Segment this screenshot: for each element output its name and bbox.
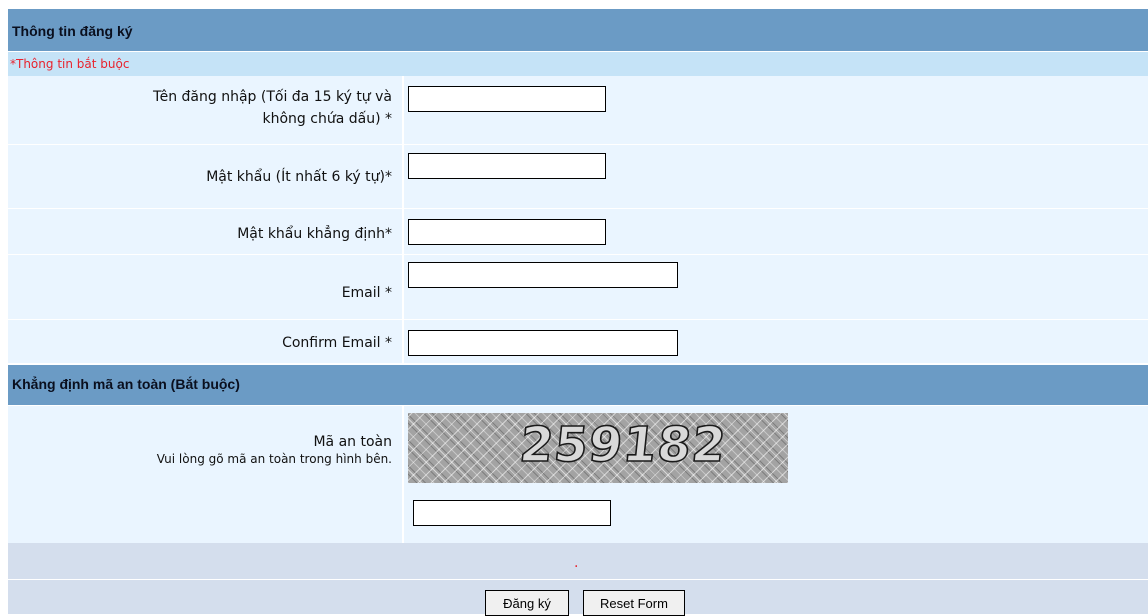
email-confirm-label: Confirm Email * xyxy=(282,335,392,351)
password-label: Mật khẩu (Ít nhất 6 ký tự)* xyxy=(206,169,392,185)
button-row: Đăng ký Reset Form xyxy=(8,580,1148,616)
password-input[interactable] xyxy=(408,153,606,179)
email-input[interactable] xyxy=(408,262,678,288)
security-code-label: Mã an toàn Vui lòng gõ mã an toàn trong … xyxy=(156,434,392,466)
section-title-security: Khẳng định mã an toàn (Bắt buộc) xyxy=(12,376,240,392)
required-note: *Thông tin bắt buộc xyxy=(10,57,130,71)
password-confirm-label: Mật khẩu khẳng định* xyxy=(237,226,392,242)
section-title-registration: Thông tin đăng ký xyxy=(12,23,133,39)
form-row-password-confirm: Mật khẩu khẳng định* xyxy=(8,209,1148,255)
security-code-input[interactable] xyxy=(413,500,611,526)
form-row-password: Mật khẩu (Ít nhất 6 ký tự)* xyxy=(8,145,1148,209)
captcha-image: 259182 xyxy=(408,413,788,483)
register-button[interactable]: Đăng ký xyxy=(485,590,569,616)
form-row-username: Tên đăng nhập (Tối đa 15 ký tự và không … xyxy=(8,76,1148,145)
email-confirm-input[interactable] xyxy=(408,330,678,356)
section-header-security: Khẳng định mã an toàn (Bắt buộc) xyxy=(8,364,1148,406)
required-note-bar: *Thông tin bắt buộc xyxy=(8,52,1148,76)
username-label: Tên đăng nhập (Tối đa 15 ký tự và không … xyxy=(153,89,392,127)
section-header-registration: Thông tin đăng ký xyxy=(8,8,1148,52)
status-mark: . xyxy=(574,555,579,571)
form-row-email-confirm: Confirm Email * xyxy=(8,320,1148,364)
status-row: . xyxy=(8,543,1148,580)
password-confirm-input[interactable] xyxy=(408,219,606,245)
email-label: Email * xyxy=(341,285,392,301)
security-code-hint: Vui lòng gõ mã an toàn trong hình bên. xyxy=(156,452,392,466)
registration-form: Thông tin đăng ký *Thông tin bắt buộc Tê… xyxy=(8,8,1148,616)
form-row-email: Email * xyxy=(8,255,1148,320)
captcha-text: 259182 xyxy=(516,416,730,474)
username-input[interactable] xyxy=(408,86,606,112)
reset-form-button[interactable]: Reset Form xyxy=(583,590,685,616)
